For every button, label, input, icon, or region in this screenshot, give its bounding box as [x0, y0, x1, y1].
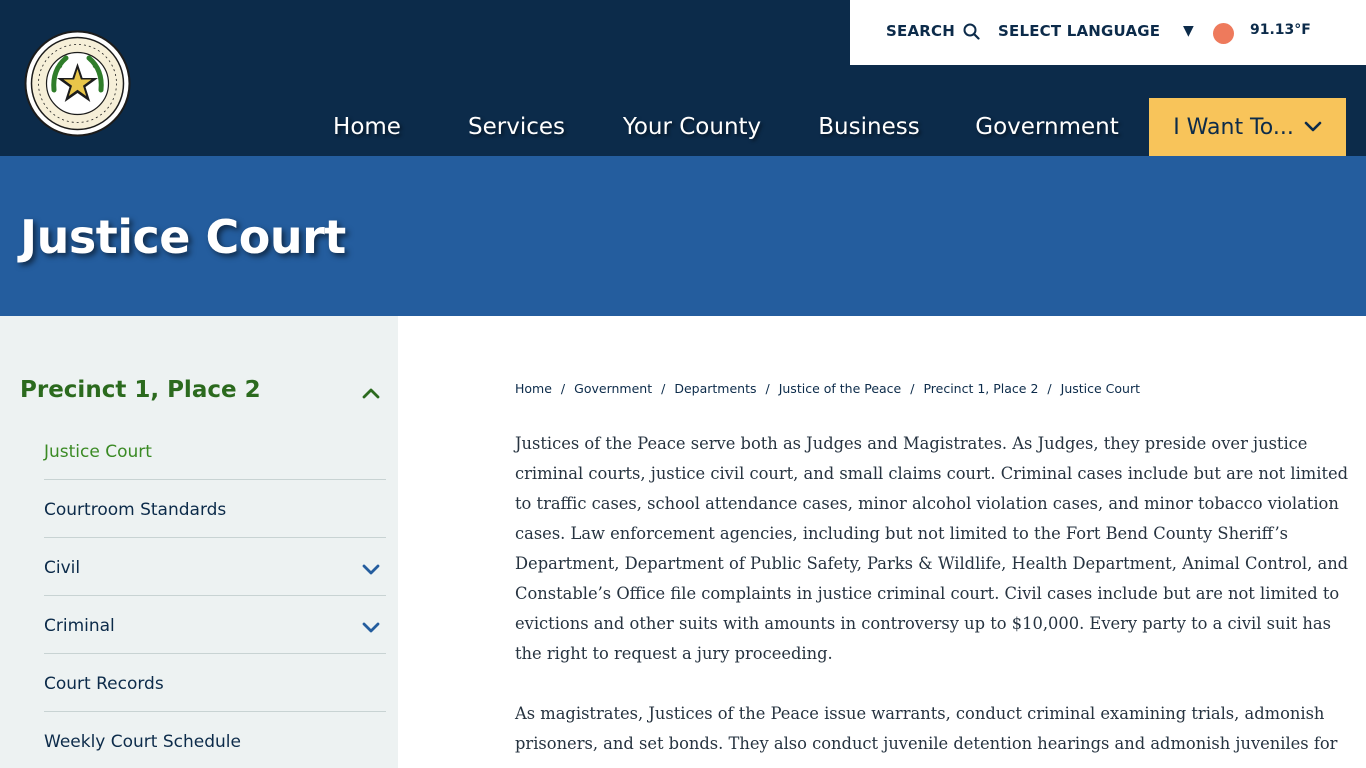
temperature-readout: 91.13°F — [1250, 22, 1311, 38]
nav-your-county[interactable]: Your County — [611, 98, 773, 156]
chevron-down-icon[interactable] — [360, 562, 382, 578]
breadcrumb-separator: / — [560, 381, 566, 396]
breadcrumb-home[interactable]: Home — [515, 381, 552, 396]
sidebar-item-label: Civil — [44, 558, 81, 578]
breadcrumb-separator: / — [765, 381, 770, 396]
search-button[interactable]: SEARCH — [886, 22, 980, 40]
breadcrumb-government[interactable]: Government — [574, 381, 652, 396]
sidebar-item-criminal[interactable]: Criminal — [44, 596, 386, 654]
nav-home[interactable]: Home — [322, 98, 412, 156]
nav-government[interactable]: Government — [963, 98, 1131, 156]
sidebar-heading[interactable]: Precinct 1, Place 2 — [20, 377, 261, 403]
breadcrumb: Home / Government / Departments / Justice of t… — [515, 381, 1140, 396]
utility-bar: SEARCH SELECT LANGUAGE ▼ 91.13°F — [850, 0, 1366, 65]
search-icon — [963, 23, 980, 40]
breadcrumb-separator: / — [1047, 381, 1052, 396]
sidebar-item-court-records[interactable]: Court Records — [44, 654, 386, 712]
i-want-to-menu[interactable]: I Want To... — [1149, 98, 1346, 156]
page-title: Justice Court — [20, 210, 346, 264]
search-label: SEARCH — [886, 22, 955, 40]
chevron-up-icon[interactable] — [360, 384, 382, 402]
sidebar-item-label: Criminal — [44, 616, 115, 636]
sidebar-item-civil[interactable]: Civil — [44, 538, 386, 596]
sidebar-item-label: Weekly Court Schedule — [44, 732, 241, 752]
breadcrumb-precinct[interactable]: Precinct 1, Place 2 — [923, 381, 1038, 396]
breadcrumb-current: Justice Court — [1060, 381, 1141, 396]
i-want-to-label: I Want To... — [1173, 114, 1294, 140]
sidebar-item-label: Justice Court — [44, 442, 152, 462]
sidebar-item-label: Court Records — [44, 674, 164, 694]
chevron-down-icon — [1304, 121, 1322, 132]
breadcrumb-departments[interactable]: Departments — [674, 381, 756, 396]
weather-icon — [1213, 23, 1234, 44]
sidebar-item-weekly-court-schedule[interactable]: Weekly Court Schedule — [44, 712, 386, 768]
chevron-down-icon[interactable] — [360, 620, 382, 636]
sidebar-item-justice-court[interactable]: Justice Court — [44, 422, 386, 480]
county-seal-logo[interactable] — [24, 30, 131, 137]
breadcrumb-separator: / — [910, 381, 915, 396]
sidebar-item-courtroom-standards[interactable]: Courtroom Standards — [44, 480, 386, 538]
content-paragraph-2: As magistrates, Justices of the Peace is… — [515, 704, 1338, 753]
content-paragraph-1: Justices of the Peace serve both as Judg… — [515, 434, 1349, 663]
nav-services[interactable]: Services — [455, 98, 578, 156]
sidebar-item-label: Courtroom Standards — [44, 500, 227, 520]
nav-business[interactable]: Business — [809, 98, 929, 156]
breadcrumb-separator: / — [661, 381, 666, 396]
caret-down-icon[interactable]: ▼ — [1183, 23, 1194, 39]
breadcrumb-justice-of-the-peace[interactable]: Justice of the Peace — [779, 381, 902, 396]
select-language-dropdown[interactable]: SELECT LANGUAGE — [998, 22, 1160, 40]
